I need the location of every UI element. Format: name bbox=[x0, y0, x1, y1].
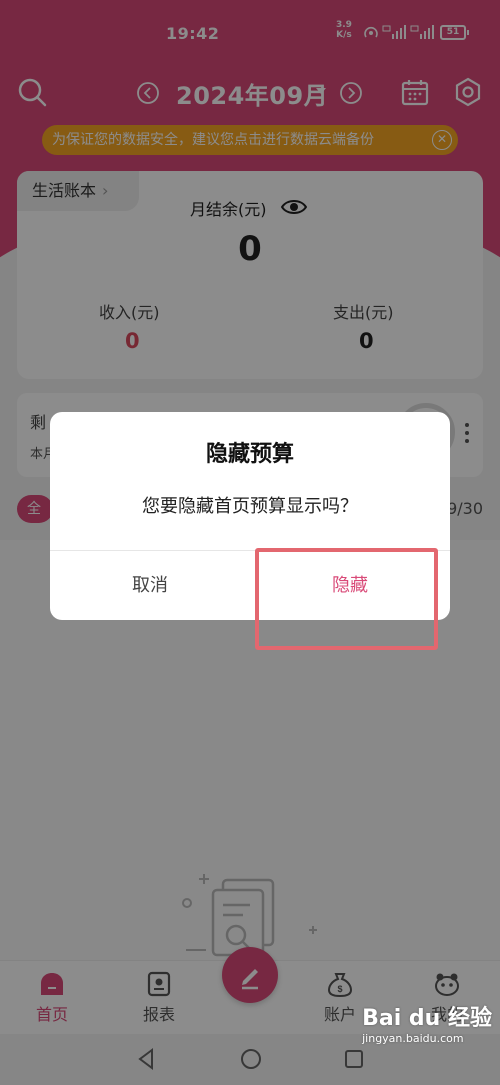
cancel-button[interactable]: 取消 bbox=[50, 551, 250, 620]
annotation-highlight-box bbox=[255, 548, 438, 650]
dialog-title: 隐藏预算 bbox=[205, 442, 294, 467]
watermark-logo: Bai du 经验 bbox=[362, 1006, 492, 1031]
dialog-message: 您要隐藏首页预算显示吗？ bbox=[142, 496, 358, 517]
baidu-watermark: Bai du 经验 jingyan.baidu.com bbox=[362, 1000, 492, 1045]
watermark-url: jingyan.baidu.com bbox=[362, 1032, 464, 1045]
